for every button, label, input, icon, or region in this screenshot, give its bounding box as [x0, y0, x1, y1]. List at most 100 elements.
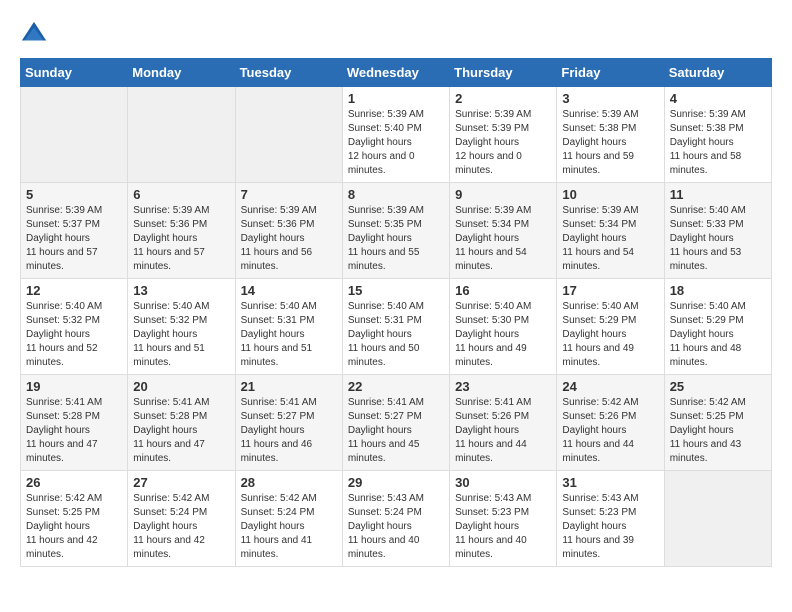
weekday-header: Saturday: [664, 59, 771, 87]
calendar-cell: 4Sunrise: 5:39 AMSunset: 5:38 PMDaylight…: [664, 87, 771, 183]
calendar-cell: 16Sunrise: 5:40 AMSunset: 5:30 PMDayligh…: [450, 279, 557, 375]
calendar-cell: 15 Sunrise: 5:40 AMSunset: 5:31 PMDayligh…: [342, 279, 449, 375]
calendar-cell: 9 Sunrise: 5:39 AMSunset: 5:34 PMDaylight…: [450, 183, 557, 279]
day-number: 18: [670, 283, 766, 298]
calendar-cell: 25Sunrise: 5:42 AMSunset: 5:25 PMDayligh…: [664, 375, 771, 471]
logo: [20, 20, 52, 48]
day-info: Sunrise: 5:41 AMSunset: 5:26 PMDaylight …: [455, 396, 551, 466]
day-number: 20: [133, 379, 229, 394]
day-info: Sunrise: 5:42 AMSunset: 5:26 PMDaylight …: [562, 396, 658, 466]
calendar-cell: 12 Sunrise: 5:40 AMSunset: 5:32 PMDayligh…: [21, 279, 128, 375]
day-info: Sunrise: 5:40 AMSunset: 5:32 PMDaylight …: [26, 300, 122, 370]
calendar-cell: 28 Sunrise: 5:42 AMSunset: 5:24 PMDayligh…: [235, 471, 342, 567]
day-number: 14: [241, 283, 337, 298]
day-number: 31: [562, 475, 658, 490]
day-info: Sunrise: 5:41 AMSunset: 5:28 PMDaylight …: [133, 396, 229, 466]
day-info: Sunrise: 5:40 AMSunset: 5:31 PMDaylight …: [241, 300, 337, 370]
day-info: Sunrise: 5:39 AMSunset: 5:34 PMDaylight …: [562, 204, 658, 274]
calendar-cell: 19Sunrise: 5:41 AMSunset: 5:28 PMDayligh…: [21, 375, 128, 471]
calendar-cell: 30 Sunrise: 5:43 AMSunset: 5:23 PMDayligh…: [450, 471, 557, 567]
day-number: 1: [348, 91, 444, 106]
day-number: 12: [26, 283, 122, 298]
calendar-cell: 26 Sunrise: 5:42 AMSunset: 5:25 PMDayligh…: [21, 471, 128, 567]
day-info: Sunrise: 5:39 AMSunset: 5:36 PMDaylight …: [241, 204, 337, 274]
day-info: Sunrise: 5:39 AMSunset: 5:39 PMDaylight …: [455, 108, 551, 178]
day-number: 26: [26, 475, 122, 490]
calendar-cell: 31 Sunrise: 5:43 AMSunset: 5:23 PMDayligh…: [557, 471, 664, 567]
calendar-cell: 18 Sunrise: 5:40 AMSunset: 5:29 PMDayligh…: [664, 279, 771, 375]
day-number: 15: [348, 283, 444, 298]
day-number: 19: [26, 379, 122, 394]
day-info: Sunrise: 5:39 AMSunset: 5:40 PMDaylight …: [348, 108, 444, 178]
calendar-cell: 22 Sunrise: 5:41 AMSunset: 5:27 PMDayligh…: [342, 375, 449, 471]
day-info: Sunrise: 5:41 AMSunset: 5:27 PMDaylight …: [241, 396, 337, 466]
day-number: 8: [348, 187, 444, 202]
day-info: Sunrise: 5:39 AMSunset: 5:36 PMDaylight …: [133, 204, 229, 274]
day-info: Sunrise: 5:40 AMSunset: 5:32 PMDaylight …: [133, 300, 229, 370]
calendar-cell: [664, 471, 771, 567]
day-number: 27: [133, 475, 229, 490]
day-info: Sunrise: 5:40 AMSunset: 5:29 PMDaylight …: [670, 300, 766, 370]
day-info: Sunrise: 5:43 AMSunset: 5:24 PMDaylight …: [348, 492, 444, 562]
calendar-cell: 5Sunrise: 5:39 AMSunset: 5:37 PMDaylight…: [21, 183, 128, 279]
day-info: Sunrise: 5:39 AMSunset: 5:38 PMDaylight …: [670, 108, 766, 178]
day-number: 13: [133, 283, 229, 298]
day-number: 30: [455, 475, 551, 490]
page-header: [20, 20, 772, 48]
day-number: 11: [670, 187, 766, 202]
calendar-cell: 11 Sunrise: 5:40 AMSunset: 5:33 PMDayligh…: [664, 183, 771, 279]
calendar-cell: 24 Sunrise: 5:42 AMSunset: 5:26 PMDayligh…: [557, 375, 664, 471]
day-info: Sunrise: 5:39 AMSunset: 5:35 PMDaylight …: [348, 204, 444, 274]
calendar-week-row: 1 Sunrise: 5:39 AMSunset: 5:40 PMDaylight…: [21, 87, 772, 183]
day-info: Sunrise: 5:40 AMSunset: 5:31 PMDaylight …: [348, 300, 444, 370]
calendar-cell: [128, 87, 235, 183]
day-info: Sunrise: 5:42 AMSunset: 5:25 PMDaylight …: [26, 492, 122, 562]
weekday-header: Wednesday: [342, 59, 449, 87]
day-info: Sunrise: 5:39 AMSunset: 5:37 PMDaylight …: [26, 204, 122, 274]
calendar-table: SundayMondayTuesdayWednesdayThursdayFrid…: [20, 58, 772, 567]
day-number: 10: [562, 187, 658, 202]
weekday-header: Monday: [128, 59, 235, 87]
weekday-header: Sunday: [21, 59, 128, 87]
day-info: Sunrise: 5:40 AMSunset: 5:33 PMDaylight …: [670, 204, 766, 274]
day-number: 6: [133, 187, 229, 202]
day-info: Sunrise: 5:41 AMSunset: 5:27 PMDaylight …: [348, 396, 444, 466]
calendar-week-row: 26 Sunrise: 5:42 AMSunset: 5:25 PMDayligh…: [21, 471, 772, 567]
calendar-cell: 10 Sunrise: 5:39 AMSunset: 5:34 PMDayligh…: [557, 183, 664, 279]
day-number: 2: [455, 91, 551, 106]
day-number: 24: [562, 379, 658, 394]
weekday-header: Thursday: [450, 59, 557, 87]
day-info: Sunrise: 5:42 AMSunset: 5:24 PMDaylight …: [241, 492, 337, 562]
calendar-cell: 3 Sunrise: 5:39 AMSunset: 5:38 PMDaylight…: [557, 87, 664, 183]
day-info: Sunrise: 5:42 AMSunset: 5:24 PMDaylight …: [133, 492, 229, 562]
calendar-cell: 6 Sunrise: 5:39 AMSunset: 5:36 PMDaylight…: [128, 183, 235, 279]
day-number: 17: [562, 283, 658, 298]
day-info: Sunrise: 5:39 AMSunset: 5:38 PMDaylight …: [562, 108, 658, 178]
day-number: 3: [562, 91, 658, 106]
calendar-cell: 29 Sunrise: 5:43 AMSunset: 5:24 PMDayligh…: [342, 471, 449, 567]
day-number: 7: [241, 187, 337, 202]
calendar-cell: 7 Sunrise: 5:39 AMSunset: 5:36 PMDaylight…: [235, 183, 342, 279]
day-info: Sunrise: 5:43 AMSunset: 5:23 PMDaylight …: [455, 492, 551, 562]
day-number: 29: [348, 475, 444, 490]
calendar-cell: 14 Sunrise: 5:40 AMSunset: 5:31 PMDayligh…: [235, 279, 342, 375]
day-info: Sunrise: 5:39 AMSunset: 5:34 PMDaylight …: [455, 204, 551, 274]
day-number: 28: [241, 475, 337, 490]
weekday-header: Friday: [557, 59, 664, 87]
calendar-cell: [21, 87, 128, 183]
calendar-week-row: 12 Sunrise: 5:40 AMSunset: 5:32 PMDayligh…: [21, 279, 772, 375]
calendar-cell: 2 Sunrise: 5:39 AMSunset: 5:39 PMDaylight…: [450, 87, 557, 183]
weekday-header: Tuesday: [235, 59, 342, 87]
calendar-cell: 20 Sunrise: 5:41 AMSunset: 5:28 PMDayligh…: [128, 375, 235, 471]
weekday-header-row: SundayMondayTuesdayWednesdayThursdayFrid…: [21, 59, 772, 87]
calendar-cell: 23 Sunrise: 5:41 AMSunset: 5:26 PMDayligh…: [450, 375, 557, 471]
calendar-cell: [235, 87, 342, 183]
day-info: Sunrise: 5:43 AMSunset: 5:23 PMDaylight …: [562, 492, 658, 562]
day-number: 9: [455, 187, 551, 202]
day-number: 23: [455, 379, 551, 394]
calendar-cell: 27 Sunrise: 5:42 AMSunset: 5:24 PMDayligh…: [128, 471, 235, 567]
calendar-cell: 1 Sunrise: 5:39 AMSunset: 5:40 PMDaylight…: [342, 87, 449, 183]
day-number: 16: [455, 283, 551, 298]
day-number: 22: [348, 379, 444, 394]
day-number: 21: [241, 379, 337, 394]
